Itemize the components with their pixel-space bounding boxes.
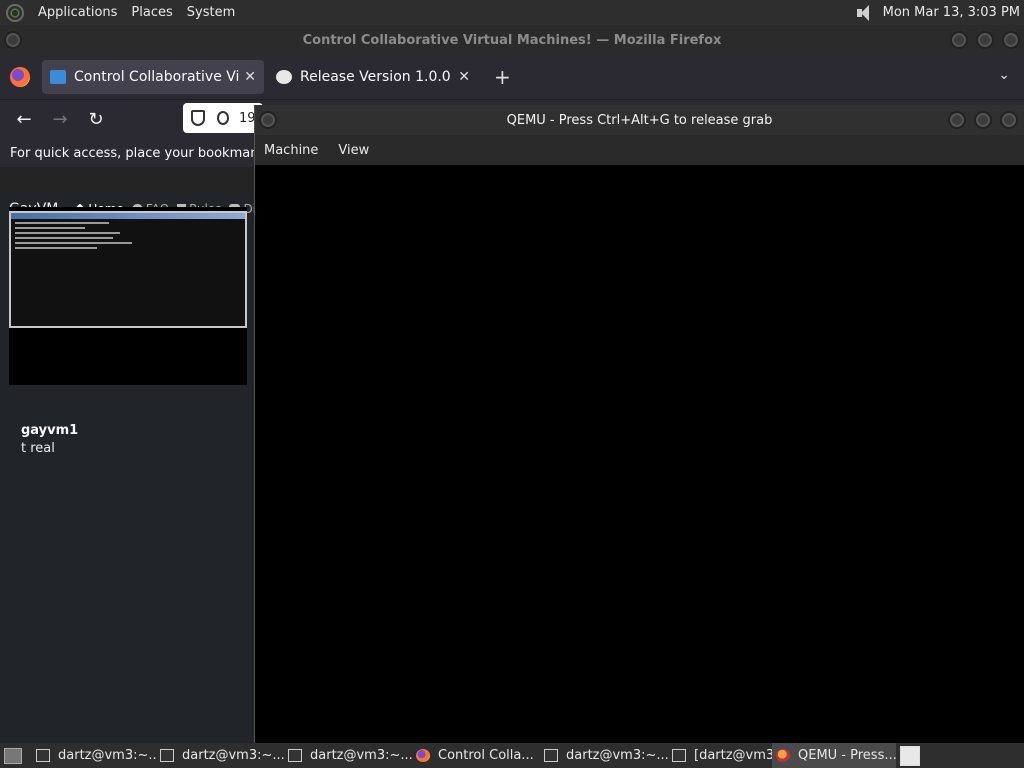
system-menu[interactable]: System: [187, 5, 235, 20]
github-icon: [276, 70, 292, 84]
terminal-icon: [288, 749, 302, 762]
taskbar-label: [dartz@vm3:...: [694, 748, 772, 763]
thumbnail-line: [15, 247, 97, 249]
window-menu-button[interactable]: [4, 31, 22, 49]
taskbar-item[interactable]: [dartz@vm3:...: [668, 743, 772, 768]
thumbnail-titlebar: [11, 213, 245, 219]
taskbar-item[interactable]: QEMU - Press...: [772, 743, 896, 768]
taskbar-item[interactable]: dartz@vm3:~...: [32, 743, 156, 768]
monitor-icon: [50, 70, 66, 84]
thumbnail-line: [15, 222, 109, 224]
taskbar-label: Control Colla...: [438, 748, 534, 763]
web-page: GayVM Home FAQ Rules Dis gayvm1 t real: [0, 192, 262, 743]
view-menu[interactable]: View: [338, 143, 369, 158]
clock[interactable]: Mon Mar 13, 3:03 PM: [883, 5, 1020, 20]
qemu-window: QEMU - Press Ctrl+Alt+G to release grab …: [254, 105, 1024, 743]
minimize-button[interactable]: [948, 111, 966, 129]
thumbnail-line: [15, 227, 86, 229]
qemu-titlebar[interactable]: QEMU - Press Ctrl+Alt+G to release grab: [255, 105, 1024, 135]
tab-release-version[interactable]: Release Version 1.0.0 · raspi ✕: [268, 60, 478, 94]
top-panel: Applications Places System Mon Mar 13, 3…: [0, 0, 1024, 25]
taskbar-item[interactable]: Control Colla...: [412, 743, 540, 768]
bottom-panel: dartz@vm3:~... dartz@vm3:~... dartz@vm3:…: [0, 743, 1024, 768]
qemu-display[interactable]: [255, 165, 1024, 743]
terminal-icon: [36, 749, 50, 762]
machine-menu[interactable]: Machine: [264, 143, 318, 158]
vm-card[interactable]: [9, 207, 247, 385]
show-desktop-button[interactable]: [4, 747, 22, 764]
tab-label: Control Collaborative Virtua: [74, 69, 240, 85]
distro-icon[interactable]: [6, 3, 24, 22]
places-menu[interactable]: Places: [131, 5, 172, 20]
tab-control-collaborative[interactable]: Control Collaborative Virtua ✕: [42, 60, 264, 94]
permissions-icon[interactable]: [217, 111, 229, 125]
taskbar-item[interactable]: dartz@vm3:~...: [156, 743, 284, 768]
close-button[interactable]: [1002, 31, 1020, 49]
new-tab-button[interactable]: +: [494, 65, 511, 89]
qemu-icon: [776, 749, 790, 762]
taskbar-label: dartz@vm3:~...: [58, 748, 156, 763]
terminal-icon: [544, 749, 558, 762]
taskbar-item[interactable]: dartz@vm3:~...: [540, 743, 668, 768]
vm-description: t real: [21, 441, 55, 456]
thumbnail-line: [15, 232, 121, 234]
reload-button[interactable]: ↻: [84, 109, 108, 130]
close-tab-icon[interactable]: ✕: [458, 69, 470, 85]
firefox-icon: [416, 749, 430, 762]
taskbar-label: dartz@vm3:~...: [566, 748, 668, 763]
qemu-menubar: Machine View: [255, 135, 1024, 165]
vm-thumbnail: [9, 211, 247, 328]
url-bar[interactable]: 19: [183, 103, 263, 133]
panel-tray: Mon Mar 13, 3:03 PM: [855, 0, 1020, 25]
close-tab-icon[interactable]: ✕: [244, 69, 256, 85]
vm-name[interactable]: gayvm1: [21, 423, 78, 438]
forward-button[interactable]: →: [48, 109, 72, 130]
workspace-switcher[interactable]: [900, 745, 920, 766]
window-menu-button[interactable]: [259, 111, 277, 129]
back-button[interactable]: ←: [12, 109, 36, 130]
qemu-window-title: QEMU - Press Ctrl+Alt+G to release grab: [506, 112, 773, 128]
shield-icon[interactable]: [191, 110, 205, 126]
volume-icon[interactable]: [855, 4, 873, 21]
firefox-window-title: Control Collaborative Virtual Machines! …: [302, 32, 722, 48]
close-button[interactable]: [1000, 111, 1018, 129]
taskbar-label: dartz@vm3:~...: [182, 748, 284, 763]
panel-menu: Applications Places System: [0, 0, 249, 25]
taskbar-label: dartz@vm3:~...: [310, 748, 412, 763]
applications-menu[interactable]: Applications: [38, 5, 117, 20]
maximize-button[interactable]: [974, 111, 992, 129]
maximize-button[interactable]: [976, 31, 994, 49]
firefox-view-icon[interactable]: [10, 67, 30, 87]
terminal-icon: [160, 749, 174, 762]
tab-strip: Control Collaborative Virtua ✕ Release V…: [0, 55, 1024, 99]
taskbar-label: QEMU - Press...: [798, 748, 896, 763]
tab-label: Release Version 1.0.0 · raspi: [300, 69, 454, 85]
thumbnail-line: [15, 242, 132, 244]
firefox-titlebar[interactable]: Control Collaborative Virtual Machines! …: [0, 25, 1024, 55]
minimize-button[interactable]: [950, 31, 968, 49]
chevron-down-icon[interactable]: ⌄: [998, 67, 1010, 83]
thumbnail-line: [15, 237, 114, 239]
taskbar-item[interactable]: dartz@vm3:~...: [284, 743, 412, 768]
terminal-icon: [672, 749, 686, 762]
bookmarks-hint: For quick access, place your bookmarks h: [10, 145, 283, 161]
